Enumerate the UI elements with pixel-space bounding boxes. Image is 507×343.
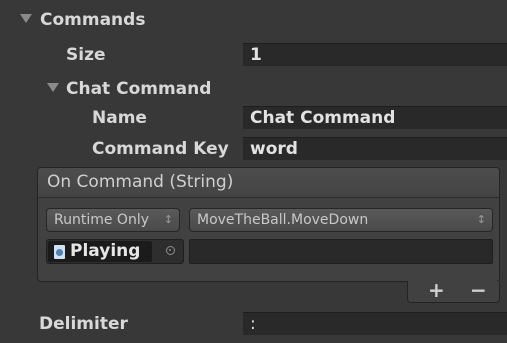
name-label: Name [92, 108, 147, 128]
size-label: Size [66, 45, 106, 65]
delimiter-field[interactable]: : [243, 312, 507, 335]
command-key-label: Command Key [92, 139, 229, 159]
function-dropdown[interactable]: MoveTheBall.MoveDown ↕ [189, 208, 493, 232]
on-command-event-panel: On Command (String) Runtime Only ↕ MoveT… [37, 167, 500, 282]
command-key-field[interactable]: word [243, 137, 507, 160]
event-header: On Command (String) [38, 168, 499, 198]
delimiter-label: Delimiter [39, 314, 128, 334]
command-key-row: Command Key word [0, 134, 507, 164]
object-picker-icon[interactable] [166, 246, 175, 255]
name-value: Chat Command [250, 108, 396, 128]
target-object-field[interactable]: Playing [46, 239, 184, 264]
chat-command-label: Chat Command [66, 79, 212, 99]
script-icon [54, 245, 65, 259]
commands-row[interactable]: Commands [0, 5, 507, 35]
command-key-value: word [250, 139, 298, 159]
argument-field[interactable] [189, 239, 493, 264]
target-object-value-box: Playing [48, 241, 152, 262]
size-row: Size 1 [0, 40, 507, 70]
delimiter-value: : [250, 314, 256, 334]
up-down-arrows-icon: ↕ [163, 213, 173, 226]
commands-label: Commands [40, 10, 146, 30]
target-object-label: Playing [70, 241, 141, 261]
function-label: MoveTheBall.MoveDown [197, 212, 369, 228]
triangle-down-icon[interactable] [20, 14, 32, 23]
runtime-only-label: Runtime Only [54, 212, 149, 228]
triangle-down-icon[interactable] [47, 83, 59, 92]
list-footer: + − [407, 279, 500, 303]
chat-command-row[interactable]: Chat Command [0, 74, 507, 104]
delimiter-row: Delimiter : [0, 309, 507, 339]
add-listener-button[interactable]: + [428, 279, 445, 301]
runtime-only-dropdown[interactable]: Runtime Only ↕ [46, 208, 180, 232]
size-value: 1 [250, 45, 262, 65]
remove-listener-button[interactable]: − [470, 279, 487, 301]
name-field[interactable]: Chat Command [243, 106, 507, 129]
name-row: Name Chat Command [0, 103, 507, 133]
size-field[interactable]: 1 [243, 43, 507, 66]
event-header-label: On Command (String) [47, 172, 234, 192]
up-down-arrows-icon: ↕ [476, 213, 486, 226]
inspector-panel: Commands Size 1 Chat Command Name Chat C… [0, 0, 507, 343]
